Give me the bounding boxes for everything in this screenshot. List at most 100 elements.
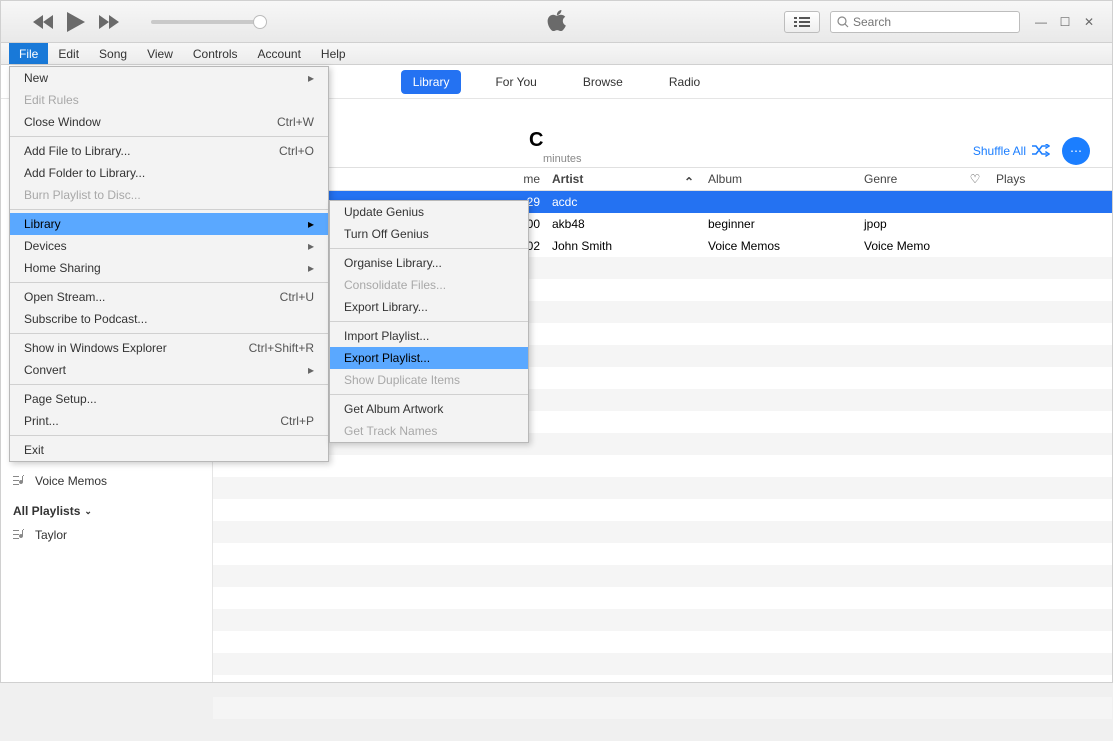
search-input[interactable]: [853, 15, 1013, 29]
menu-item-label: Edit Rules: [24, 93, 79, 107]
top-toolbar: — ☐ ✕: [1, 1, 1112, 43]
heart-icon: ♡: [970, 172, 981, 186]
play-button[interactable]: [67, 12, 85, 32]
menu-separator: [330, 248, 528, 249]
menu-item-label: Burn Playlist to Disc...: [24, 188, 141, 202]
table-row-empty: [213, 521, 1112, 543]
tab-library[interactable]: Library: [401, 70, 462, 94]
search-icon: [837, 16, 849, 28]
library-submenu-item-export-playlist[interactable]: Export Playlist...: [330, 347, 528, 369]
menu-item-shortcut: Ctrl+U: [280, 290, 314, 304]
file-menu-item-show-in-windows-explorer[interactable]: Show in Windows ExplorerCtrl+Shift+R: [10, 337, 328, 359]
menu-item-label: Open Stream...: [24, 290, 105, 304]
menu-item-label: Show Duplicate Items: [344, 373, 460, 387]
list-view-button[interactable]: [784, 11, 820, 33]
previous-button[interactable]: [33, 15, 53, 29]
file-menu-item-exit[interactable]: Exit: [10, 439, 328, 461]
ellipsis-icon: ⋯: [1070, 144, 1082, 158]
cell-artist: acdc: [546, 195, 702, 209]
menu-file[interactable]: File: [9, 43, 48, 64]
sidebar-item-voice-memos[interactable]: Voice Memos: [13, 469, 212, 493]
menu-item-label: Library: [24, 217, 61, 231]
menu-item-label: Turn Off Genius: [344, 227, 429, 241]
library-submenu-item-import-playlist[interactable]: Import Playlist...: [330, 325, 528, 347]
file-menu: New▸ Edit Rules Close WindowCtrl+W Add File…: [9, 66, 329, 462]
file-menu-item-devices[interactable]: Devices▸: [10, 235, 328, 257]
file-menu-item-page-setup[interactable]: Page Setup...: [10, 388, 328, 410]
maximize-button[interactable]: ☐: [1058, 15, 1072, 29]
playlist-icon: [13, 475, 27, 487]
library-submenu-item-export-library[interactable]: Export Library...: [330, 296, 528, 318]
sort-caret-icon: ⌃: [684, 175, 694, 189]
library-submenu-item-get-album-artwork[interactable]: Get Album Artwork: [330, 398, 528, 420]
more-button[interactable]: ⋯: [1062, 137, 1090, 165]
sidebar-header-label: All Playlists: [13, 504, 80, 518]
tab-browse[interactable]: Browse: [571, 70, 635, 94]
menu-item-label: Subscribe to Podcast...: [24, 312, 147, 326]
menu-item-label: Home Sharing: [24, 261, 101, 275]
menu-separator: [10, 384, 328, 385]
file-menu-item-burn-playlist-to-disc: Burn Playlist to Disc...: [10, 184, 328, 206]
table-row-empty: [213, 587, 1112, 609]
sidebar-item-taylor[interactable]: Taylor: [13, 523, 212, 547]
minimize-button[interactable]: —: [1034, 15, 1048, 29]
library-submenu-item-get-track-names: Get Track Names: [330, 420, 528, 442]
menu-separator: [330, 394, 528, 395]
file-menu-item-close-window[interactable]: Close WindowCtrl+W: [10, 111, 328, 133]
file-menu-item-convert[interactable]: Convert▸: [10, 359, 328, 381]
file-menu-item-subscribe-to-podcast[interactable]: Subscribe to Podcast...: [10, 308, 328, 330]
menu-item-label: Consolidate Files...: [344, 278, 446, 292]
menu-item-shortcut: Ctrl+P: [280, 414, 314, 428]
chevron-right-icon: ▸: [308, 217, 314, 231]
chevron-down-icon: ⌄: [84, 506, 92, 517]
menu-edit[interactable]: Edit: [48, 43, 89, 64]
file-menu-item-library[interactable]: Library ▸: [10, 213, 328, 235]
menu-controls[interactable]: Controls: [183, 43, 248, 64]
file-menu-item-add-file-to-library[interactable]: Add File to Library...Ctrl+O: [10, 140, 328, 162]
menu-song[interactable]: Song: [89, 43, 137, 64]
table-row-empty: [213, 609, 1112, 631]
file-menu-item-open-stream[interactable]: Open Stream... Ctrl+U: [10, 286, 328, 308]
shuffle-icon: [1032, 144, 1050, 158]
menu-item-label: Show in Windows Explorer: [24, 341, 167, 355]
playlist-icon: [13, 529, 27, 541]
table-row-empty: [213, 477, 1112, 499]
library-submenu-item-organise-library[interactable]: Organise Library...: [330, 252, 528, 274]
file-menu-item-home-sharing[interactable]: Home Sharing▸: [10, 257, 328, 279]
apple-logo-icon: [546, 7, 568, 36]
col-heart[interactable]: ♡: [960, 172, 990, 186]
col-artist[interactable]: Artist⌃: [546, 172, 702, 186]
col-album[interactable]: Album: [702, 172, 858, 186]
library-submenu-item-turn-off-genius[interactable]: Turn Off Genius: [330, 223, 528, 245]
cell-genre: jpop: [858, 217, 960, 231]
table-row-empty: [213, 499, 1112, 521]
menu-account[interactable]: Account: [248, 43, 311, 64]
menu-separator: [10, 209, 328, 210]
shuffle-all-button[interactable]: Shuffle All: [973, 144, 1050, 158]
close-button[interactable]: ✕: [1082, 15, 1096, 29]
menu-view[interactable]: View: [137, 43, 183, 64]
tab-radio[interactable]: Radio: [657, 70, 712, 94]
menu-item-label: Get Album Artwork: [344, 402, 443, 416]
playback-controls: [1, 12, 261, 32]
file-menu-item-new[interactable]: New▸: [10, 67, 328, 89]
cell-album: Voice Memos: [702, 239, 858, 253]
library-submenu-item-update-genius[interactable]: Update Genius: [330, 201, 528, 223]
menu-separator: [10, 136, 328, 137]
col-plays[interactable]: Plays: [990, 172, 1112, 186]
menu-item-label: Exit: [24, 443, 44, 457]
shuffle-label: Shuffle All: [973, 144, 1026, 158]
menu-item-label: Add File to Library...: [24, 144, 131, 158]
sidebar-item-label: Voice Memos: [35, 474, 107, 488]
menu-item-label: Get Track Names: [344, 424, 437, 438]
tab-for-you[interactable]: For You: [483, 70, 548, 94]
search-box[interactable]: [830, 11, 1020, 33]
file-menu-item-add-folder-to-library[interactable]: Add Folder to Library...: [10, 162, 328, 184]
next-button[interactable]: [99, 15, 119, 29]
file-menu-item-print[interactable]: Print...Ctrl+P: [10, 410, 328, 432]
col-genre[interactable]: Genre: [858, 172, 960, 186]
menu-separator: [10, 282, 328, 283]
sidebar-header-all-playlists[interactable]: All Playlists ⌄: [13, 499, 212, 523]
volume-slider[interactable]: [151, 20, 261, 24]
menu-help[interactable]: Help: [311, 43, 356, 64]
